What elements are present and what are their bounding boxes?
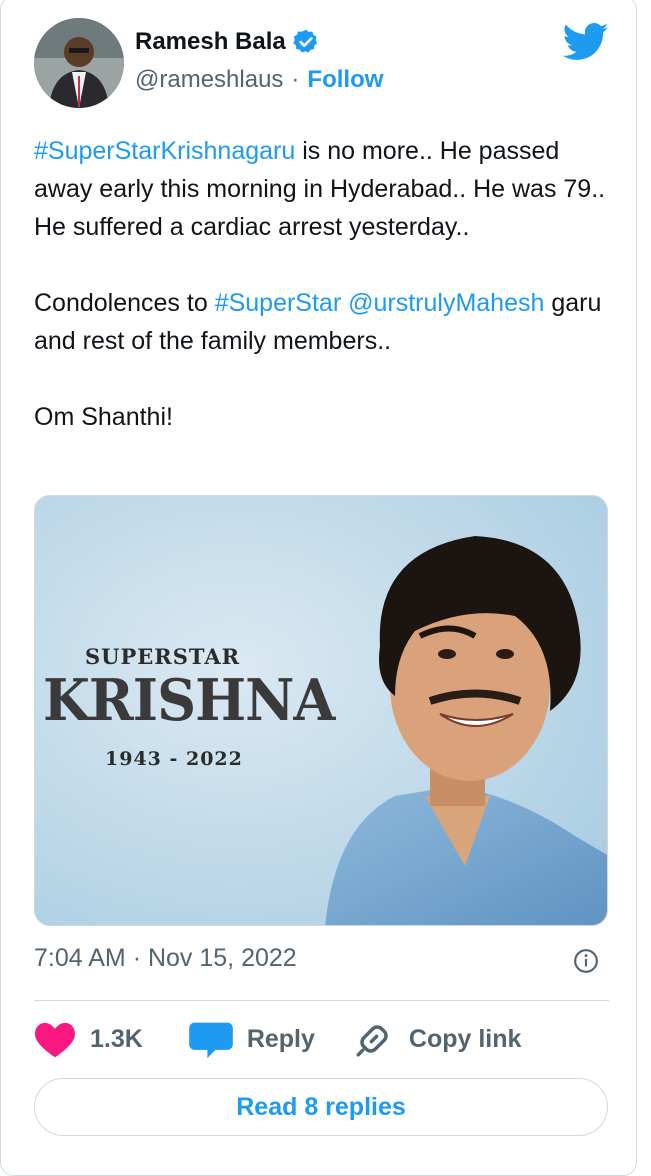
heart-icon	[35, 1022, 75, 1058]
tweet-paragraph: Condolences to #SuperStar @urstrulyMahes…	[34, 284, 624, 360]
verified-badge-icon	[293, 29, 317, 53]
meta-separator: ·	[132, 944, 142, 972]
author-name[interactable]: Ramesh Bala	[135, 28, 286, 56]
divider	[34, 1000, 609, 1001]
like-button[interactable]: 1.3K	[34, 1020, 143, 1058]
avatar-image	[34, 18, 124, 108]
follow-button[interactable]: Follow	[307, 66, 383, 94]
action-bar: 1.3K Reply Copy link	[34, 1016, 521, 1062]
media-line-krishna: KRISHNA	[43, 666, 335, 734]
hashtag-link[interactable]: #SuperStar	[215, 289, 341, 317]
reply-bubble-icon	[188, 1022, 233, 1059]
media-caption: SUPERSTAR KRISHNA 1943 - 2022	[35, 496, 607, 925]
copy-link-button[interactable]: Copy link	[353, 1018, 522, 1060]
tweet-paragraph: Om Shanthi!	[34, 403, 173, 431]
read-replies-button[interactable]: Read 8 replies	[34, 1078, 608, 1136]
tweet-time: 7:04 AM	[34, 944, 126, 972]
like-count: 1.3K	[90, 1024, 143, 1053]
twitter-bird-icon[interactable]	[563, 22, 609, 62]
tweet-timestamp[interactable]: 7:04 AM · Nov 15, 2022	[34, 944, 297, 973]
tweet-media-image[interactable]: SUPERSTAR KRISHNA 1943 - 2022	[34, 495, 608, 926]
tweet-text: #SuperStarKrishnagaru is no more.. He pa…	[34, 132, 624, 474]
media-line-superstar: SUPERSTAR	[85, 644, 241, 669]
avatar[interactable]	[34, 18, 124, 108]
media-line-years: 1943 - 2022	[105, 748, 243, 770]
tweet-date: Nov 15, 2022	[147, 944, 297, 972]
tweet-paragraph: #SuperStarKrishnagaru is no more.. He pa…	[34, 132, 624, 246]
mention-link[interactable]: @urstrulyMahesh	[348, 289, 544, 317]
hashtag-link[interactable]: #SuperStarKrishnagaru	[34, 137, 295, 165]
handle-row: @rameshlaus · Follow	[135, 66, 383, 94]
reply-button[interactable]: Reply	[188, 1019, 315, 1059]
tweet-text-segment: Condolences to	[34, 289, 215, 317]
author-name-row: Ramesh Bala	[135, 28, 320, 56]
reply-label: Reply	[246, 1024, 315, 1053]
copy-link-label: Copy link	[408, 1024, 522, 1053]
link-icon	[356, 1025, 388, 1057]
author-handle[interactable]: @rameshlaus	[135, 66, 283, 94]
info-icon[interactable]	[573, 948, 599, 974]
handle-separator: ·	[291, 66, 300, 93]
